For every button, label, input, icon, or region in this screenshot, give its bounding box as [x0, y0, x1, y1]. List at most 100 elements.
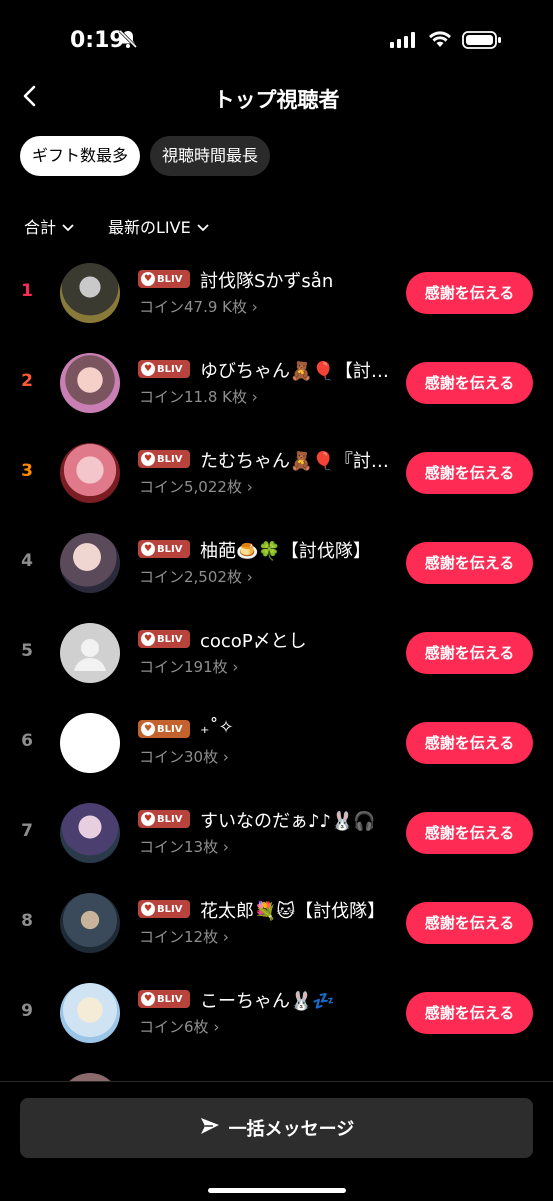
coin-count[interactable]: コイン6枚 ›: [139, 1016, 219, 1037]
list-item[interactable]: 3 ♥ BLIV たむちゃん🧸🎈『討伐隊』 コイン5,022枚 › 感謝を伝える: [0, 428, 553, 518]
rank-number: 7: [21, 821, 33, 841]
list-item[interactable]: 8 ♥ BLIV 花太郎💐🐱【討伐隊】 コイン12枚 › 感謝を伝える: [0, 878, 553, 968]
badge-label: BLIV: [157, 813, 183, 825]
chevron-right-icon: ›: [232, 658, 239, 676]
coin-count[interactable]: コイン11.8 K枚 ›: [139, 386, 258, 407]
rank-number: 9: [21, 1001, 33, 1021]
level-badge: ♥ BLIV: [138, 720, 190, 738]
level-badge: ♥ BLIV: [138, 270, 190, 288]
bulk-message-label: 一括メッセージ: [228, 1119, 355, 1140]
header: トップ視聴者: [0, 70, 553, 122]
badge-label: BLIV: [157, 903, 183, 915]
viewer-name: 柚葩🍮🍀【討伐隊】: [200, 541, 371, 562]
level-badge: ♥ BLIV: [138, 450, 190, 468]
chevron-right-icon: ›: [222, 838, 229, 856]
coin-count[interactable]: コイン30枚 ›: [139, 746, 229, 767]
home-indicator: [208, 1188, 346, 1193]
bottom-bar: 一括メッセージ: [0, 1081, 553, 1201]
coin-count[interactable]: コイン191枚 ›: [139, 656, 238, 677]
list-item[interactable]: 4 ♥ BLIV 柚葩🍮🍀【討伐隊】 コイン2,502枚 › 感謝を伝える: [0, 518, 553, 608]
avatar[interactable]: [60, 983, 120, 1043]
coin-count-label: コイン191枚: [139, 658, 228, 676]
thank-button[interactable]: 感謝を伝える: [406, 362, 533, 404]
filter-period-dropdown[interactable]: 合計: [24, 214, 74, 238]
thank-button[interactable]: 感謝を伝える: [406, 992, 533, 1034]
rank-number: 6: [21, 731, 33, 751]
status-time: 0:19: [70, 28, 125, 53]
thank-button[interactable]: 感謝を伝える: [406, 272, 533, 314]
avatar[interactable]: [60, 353, 120, 413]
thank-button[interactable]: 感謝を伝える: [406, 902, 533, 944]
coin-count-label: コイン12枚: [139, 928, 219, 946]
coin-count[interactable]: コイン5,022枚 ›: [139, 476, 253, 497]
chevron-right-icon: ›: [246, 568, 253, 586]
filter-live-label: 最新のLIVE: [108, 218, 191, 237]
list-item[interactable]: 6 ♥ BLIV ₊˚✧ コイン30枚 › 感謝を伝える: [0, 698, 553, 788]
badge-label: BLIV: [157, 453, 183, 465]
coin-count[interactable]: コイン2,502枚 ›: [139, 566, 253, 587]
badge-label: BLIV: [157, 363, 183, 375]
viewer-name: たむちゃん🧸🎈『討伐隊』: [200, 451, 405, 472]
signal-icon: [390, 32, 416, 52]
coin-count[interactable]: コイン12枚 ›: [139, 926, 229, 947]
coin-count-label: コイン6枚: [139, 1018, 209, 1036]
chevron-down-icon: [62, 217, 74, 236]
coin-count-label: コイン30枚: [139, 748, 219, 766]
heart-icon: ♥: [141, 542, 155, 556]
heart-icon: ♥: [141, 632, 155, 646]
chevron-right-icon: ›: [222, 748, 229, 766]
chevron-right-icon: ›: [251, 298, 258, 316]
list-item[interactable]: 2 ♥ BLIV ゆびちゃん🧸🎈【討伐隊】 コイン11.8 K枚 › 感謝を伝える: [0, 338, 553, 428]
level-badge: ♥ BLIV: [138, 540, 190, 558]
coin-count[interactable]: コイン47.9 K枚 ›: [139, 296, 258, 317]
heart-icon: ♥: [141, 272, 155, 286]
rank-number: 1: [21, 281, 33, 301]
default-avatar-icon[interactable]: [60, 623, 120, 683]
filter-live-dropdown[interactable]: 最新のLIVE: [108, 214, 209, 238]
avatar[interactable]: [60, 533, 120, 593]
list-item[interactable]: 1 ♥ BLIV 討伐隊Sかずsån コイン47.9 K枚 › 感謝を伝える: [0, 248, 553, 338]
level-badge: ♥ BLIV: [138, 810, 190, 828]
tab-most-gifts[interactable]: ギフト数最多: [20, 136, 141, 176]
list-item[interactable]: 7 ♥ BLIV すいなのだぁ♪♪🐰🎧 コイン13枚 › 感謝を伝える: [0, 788, 553, 878]
avatar[interactable]: [60, 803, 120, 863]
coin-count-label: コイン2,502枚: [139, 568, 242, 586]
chevron-down-icon: [197, 217, 209, 236]
coin-count-label: コイン13枚: [139, 838, 219, 856]
viewer-name: こーちゃん🐰💤: [200, 991, 335, 1012]
thank-button[interactable]: 感謝を伝える: [406, 812, 533, 854]
thank-button[interactable]: 感謝を伝える: [406, 632, 533, 674]
tab-longest-watch-time[interactable]: 視聴時間最長: [150, 136, 271, 176]
thank-button[interactable]: 感謝を伝える: [406, 542, 533, 584]
viewer-name: すいなのだぁ♪♪🐰🎧: [200, 811, 376, 832]
avatar[interactable]: [60, 443, 120, 503]
rank-number: 8: [21, 911, 33, 931]
avatar[interactable]: [60, 713, 120, 773]
badge-label: BLIV: [157, 633, 183, 645]
thank-button[interactable]: 感謝を伝える: [406, 722, 533, 764]
heart-icon: ♥: [141, 362, 155, 376]
heart-icon: ♥: [141, 722, 155, 736]
avatar[interactable]: [60, 893, 120, 953]
rank-number: 4: [21, 551, 33, 571]
viewer-name: 討伐隊Sかずsån: [200, 271, 334, 292]
rank-number: 2: [21, 371, 33, 391]
heart-icon: ♥: [141, 812, 155, 826]
badge-label: BLIV: [157, 543, 183, 555]
list-item[interactable]: 9 ♥ BLIV こーちゃん🐰💤 コイン6枚 › 感謝を伝える: [0, 968, 553, 1058]
list-item[interactable]: 5 ♥ BLIV cocoP〆とし コイン191枚 › 感謝を伝える: [0, 608, 553, 698]
badge-label: BLIV: [157, 993, 183, 1005]
bulk-message-button[interactable]: 一括メッセージ: [20, 1098, 533, 1158]
coin-count-label: コイン11.8 K枚: [139, 388, 248, 406]
bell-muted-icon: [118, 29, 138, 53]
coin-count[interactable]: コイン13枚 ›: [139, 836, 229, 857]
viewer-name: 花太郎💐🐱【討伐隊】: [200, 901, 386, 922]
thank-button[interactable]: 感謝を伝える: [406, 452, 533, 494]
rank-number: 3: [21, 461, 33, 481]
chevron-right-icon: ›: [251, 388, 258, 406]
avatar[interactable]: [60, 263, 120, 323]
chevron-right-icon: ›: [222, 928, 229, 946]
page-title: トップ視聴者: [213, 88, 340, 112]
level-badge: ♥ BLIV: [138, 900, 190, 918]
chevron-right-icon: ›: [213, 1018, 220, 1036]
